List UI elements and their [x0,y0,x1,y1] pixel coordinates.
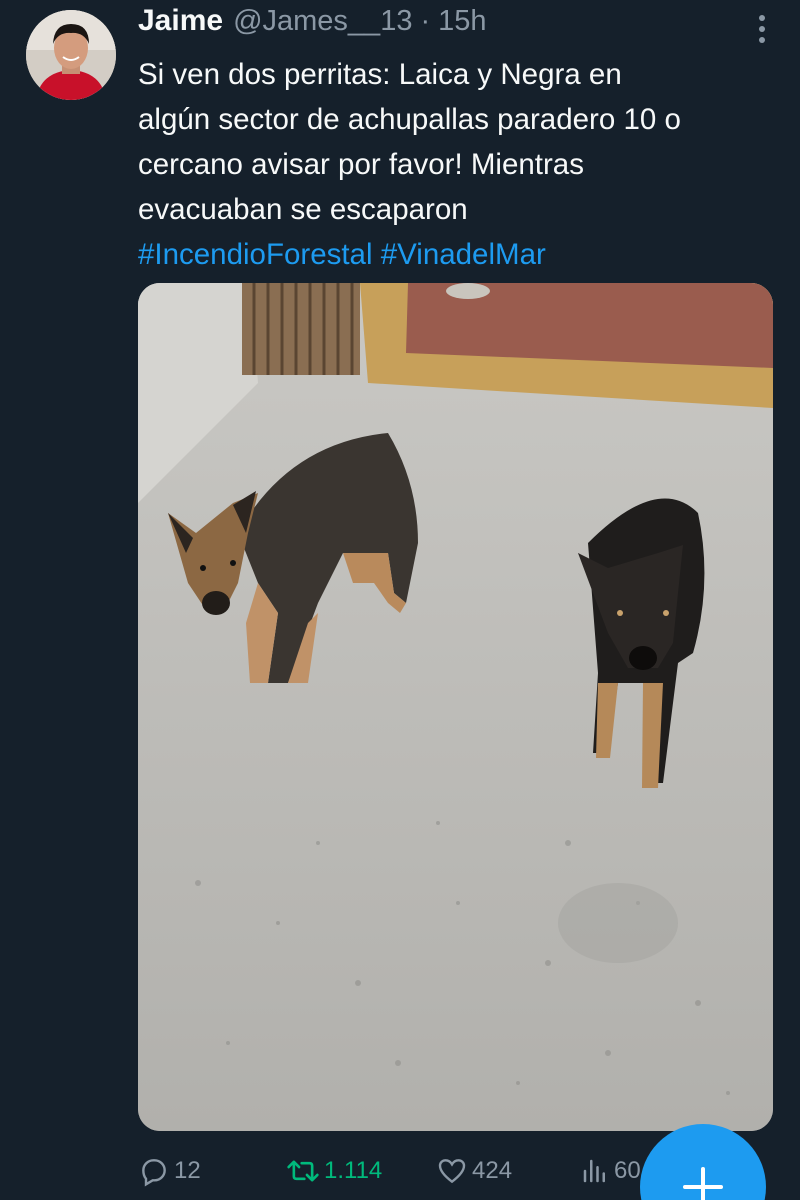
retweet-icon [287,1160,319,1182]
dogs-photo [138,283,773,1131]
like-count: 424 [472,1157,513,1184]
tweet-photo[interactable] [138,283,773,1131]
more-options-icon[interactable] [754,14,770,44]
hashtag-incendioforestal[interactable]: #IncendioForestal [138,238,373,271]
plus-icon [683,1167,723,1200]
retweet-button[interactable]: 1.114 [286,1148,382,1194]
avatar-photo [26,10,116,100]
author-display-name[interactable]: Jaime [138,4,223,38]
reply-button[interactable]: 12 [138,1148,201,1194]
tweet-header: Jaime @James__13 · 15h [138,4,487,48]
views-count: 60 [614,1157,641,1184]
tweet-card: Jaime @James__13 · 15h Si ven dos perrit… [0,0,800,1200]
tweet-text-line: algún sector de achupallas paradero 10 o [138,103,681,136]
views-icon [583,1159,605,1183]
hashtag-vinadelmar[interactable]: #VinadelMar [381,238,546,271]
like-button[interactable]: 424 [436,1148,512,1194]
tweet-text: Si ven dos perritas: Laica y Negra en al… [138,52,778,277]
header-separator: · [420,5,431,37]
heart-icon [438,1159,466,1184]
author-avatar[interactable] [26,10,116,100]
tweet-text-line: cercano avisar por favor! Mientras [138,148,584,181]
reply-count: 12 [174,1157,201,1184]
retweet-count: 1.114 [324,1157,383,1184]
compose-button[interactable] [640,1124,766,1200]
reply-icon [142,1159,166,1187]
tweet-text-line: Si ven dos perritas: Laica y Negra en [138,58,622,91]
hashtag-line: #IncendioForestal #VinadelMar [138,232,778,277]
author-handle[interactable]: @James__13 [233,5,412,38]
tweet-timestamp[interactable]: 15h [438,5,486,38]
tweet-text-line: evacuaban se escaparon [138,193,468,226]
views-button[interactable]: 60 [580,1148,641,1194]
